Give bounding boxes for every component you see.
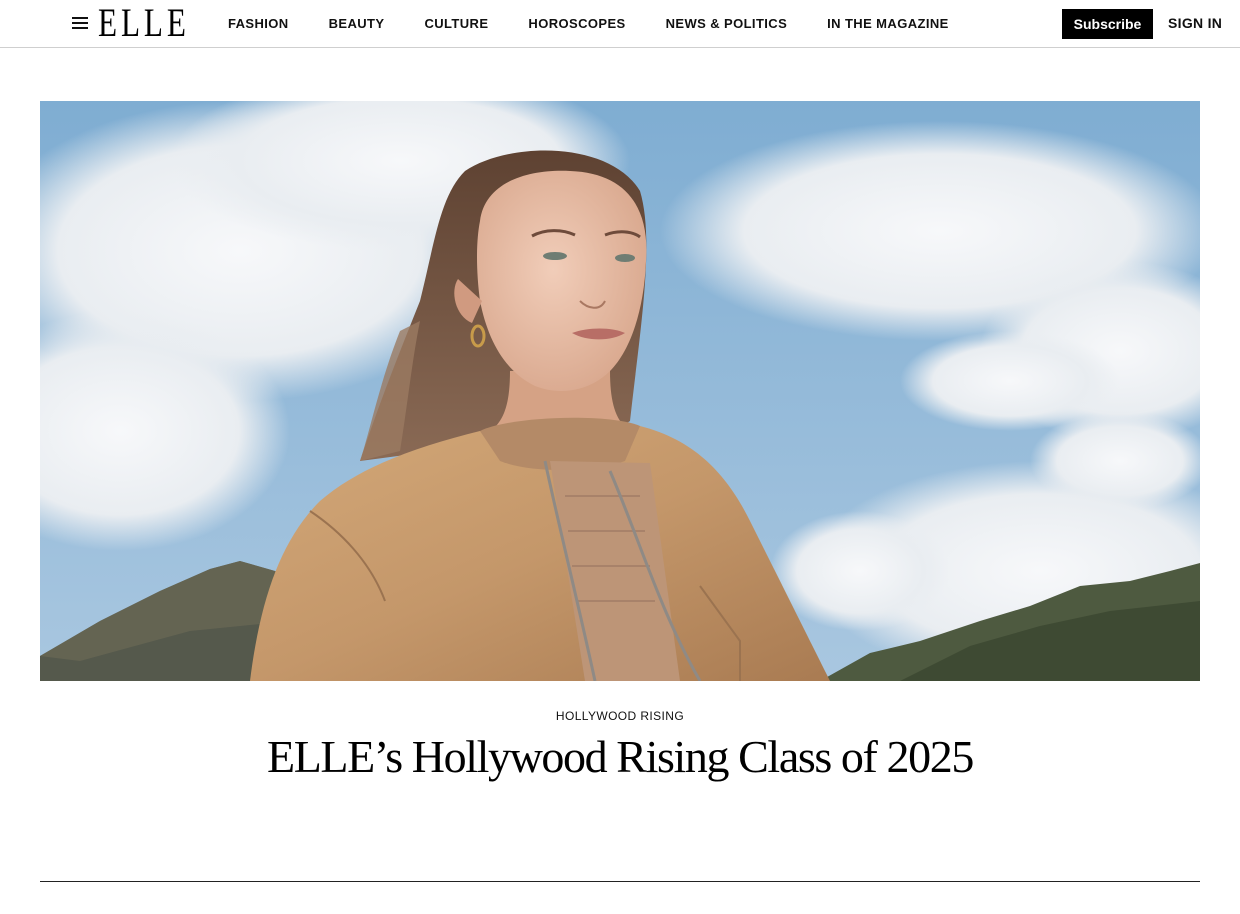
nav-item-fashion[interactable]: FASHION xyxy=(228,16,289,31)
article-kicker[interactable]: HOLLYWOOD RISING xyxy=(0,709,1240,723)
nav-item-news-politics[interactable]: NEWS & POLITICS xyxy=(666,16,788,31)
nav-item-culture[interactable]: CULTURE xyxy=(424,16,488,31)
nav-item-beauty[interactable]: BEAUTY xyxy=(329,16,385,31)
subscribe-button[interactable]: Subscribe xyxy=(1062,9,1153,39)
elle-logo[interactable]: ELLE xyxy=(98,3,190,43)
nav-item-horoscopes[interactable]: HOROSCOPES xyxy=(528,16,625,31)
hero-photo xyxy=(40,101,1200,681)
hero-image[interactable] xyxy=(40,101,1200,681)
nav-item-in-the-magazine[interactable]: IN THE MAGAZINE xyxy=(827,16,949,31)
article-headline[interactable]: ELLE’s Hollywood Rising Class of 2025 xyxy=(0,728,1240,786)
hamburger-menu-icon[interactable] xyxy=(70,14,90,32)
sign-in-link[interactable]: SIGN IN xyxy=(1168,15,1222,33)
section-divider xyxy=(40,881,1200,882)
main-nav: FASHION BEAUTY CULTURE HOROSCOPES NEWS &… xyxy=(228,0,949,47)
site-header: ELLE FASHION BEAUTY CULTURE HOROSCOPES N… xyxy=(0,0,1240,48)
